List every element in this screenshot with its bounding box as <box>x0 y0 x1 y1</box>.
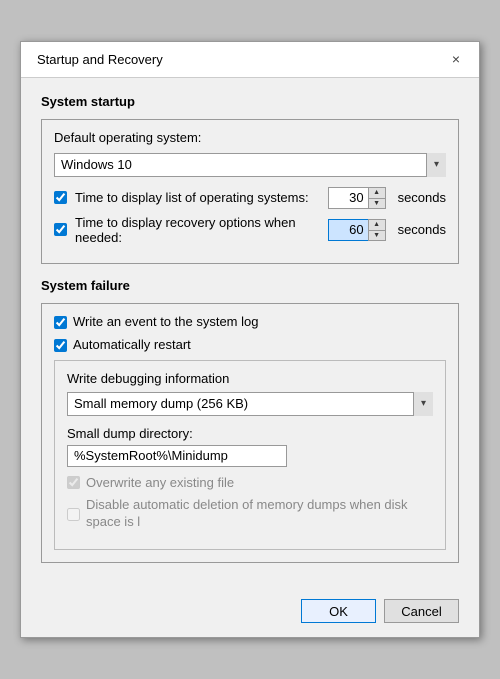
time-display-os-up-button[interactable]: ▲ <box>369 188 385 198</box>
debug-info-group: Write debugging information Small memory… <box>54 360 446 551</box>
time-recovery-checkbox[interactable] <box>54 223 67 236</box>
dialog-title: Startup and Recovery <box>37 52 163 67</box>
system-failure-title: System failure <box>41 278 459 293</box>
startup-recovery-dialog: Startup and Recovery × System startup De… <box>20 41 480 638</box>
default-os-select[interactable]: Windows 10 <box>54 153 446 177</box>
ok-button[interactable]: OK <box>301 599 376 623</box>
default-os-label: Default operating system: <box>54 130 446 145</box>
time-recovery-spinner: ▲ ▼ <box>328 219 386 241</box>
system-failure-section: System failure Write an event to the sys… <box>41 278 459 563</box>
time-recovery-down-button[interactable]: ▼ <box>369 230 385 240</box>
time-display-os-label[interactable]: Time to display list of operating system… <box>75 190 320 205</box>
auto-restart-label[interactable]: Automatically restart <box>73 337 191 354</box>
title-bar: Startup and Recovery × <box>21 42 479 78</box>
small-dump-label: Small dump directory: <box>67 426 433 441</box>
system-startup-group: Default operating system: Windows 10 ▾ T… <box>41 119 459 264</box>
time-recovery-input[interactable] <box>328 219 368 241</box>
time-display-os-unit: seconds <box>398 190 446 205</box>
time-display-os-spinner-buttons: ▲ ▼ <box>368 187 386 209</box>
dialog-content: System startup Default operating system:… <box>21 78 479 589</box>
time-recovery-unit: seconds <box>398 222 446 237</box>
system-startup-title: System startup <box>41 94 459 109</box>
time-display-os-spinner: ▲ ▼ <box>328 187 386 209</box>
write-event-label[interactable]: Write an event to the system log <box>73 314 258 331</box>
disable-auto-del-row: Disable automatic deletion of memory dum… <box>67 497 433 531</box>
auto-restart-checkbox[interactable] <box>54 339 67 352</box>
system-startup-section: System startup Default operating system:… <box>41 94 459 264</box>
system-failure-group: Write an event to the system log Automat… <box>41 303 459 563</box>
debug-select[interactable]: Small memory dump (256 KB) <box>67 392 433 416</box>
close-button[interactable]: × <box>445 48 467 70</box>
overwrite-checkbox[interactable] <box>67 476 80 489</box>
debug-info-label: Write debugging information <box>67 371 433 386</box>
auto-restart-row: Automatically restart <box>54 337 446 354</box>
time-display-os-down-button[interactable]: ▼ <box>369 198 385 208</box>
disable-auto-del-checkbox[interactable] <box>67 508 80 521</box>
time-display-os-row: Time to display list of operating system… <box>54 187 446 209</box>
small-dump-input[interactable] <box>67 445 287 467</box>
time-recovery-label[interactable]: Time to display recovery options when ne… <box>75 215 320 245</box>
time-display-os-input[interactable] <box>328 187 368 209</box>
write-event-row: Write an event to the system log <box>54 314 446 331</box>
overwrite-row: Overwrite any existing file <box>67 475 433 492</box>
cancel-button[interactable]: Cancel <box>384 599 459 623</box>
time-display-os-checkbox[interactable] <box>54 191 67 204</box>
time-recovery-up-button[interactable]: ▲ <box>369 220 385 230</box>
write-event-checkbox[interactable] <box>54 316 67 329</box>
disable-auto-del-label: Disable automatic deletion of memory dum… <box>86 497 433 531</box>
overwrite-label: Overwrite any existing file <box>86 475 234 492</box>
time-recovery-row: Time to display recovery options when ne… <box>54 215 446 245</box>
time-recovery-spinner-buttons: ▲ ▼ <box>368 219 386 241</box>
debug-select-container: Small memory dump (256 KB) ▾ <box>67 392 433 416</box>
dialog-buttons: OK Cancel <box>21 589 479 637</box>
default-os-select-container: Windows 10 ▾ <box>54 153 446 177</box>
